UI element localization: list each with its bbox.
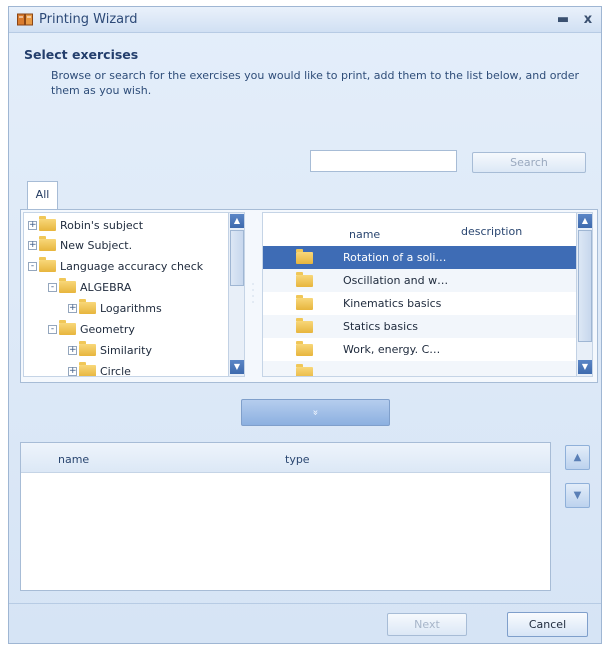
folder-icon — [39, 257, 56, 272]
chevron-up-icon: ▲ — [573, 452, 582, 463]
column-header-name[interactable]: name — [349, 228, 380, 241]
expand-icon[interactable]: + — [68, 366, 77, 376]
add-to-list-button[interactable]: » — [241, 399, 390, 426]
tree-scrollbar[interactable]: ▲ ▼ — [228, 213, 244, 376]
tree-item-label: ALGEBRA — [80, 280, 132, 294]
tree-item[interactable]: + Robin's subject — [28, 215, 143, 235]
section-description: Browse or search for the exercises you w… — [51, 69, 580, 97]
list-item[interactable]: Kinematics basics — [263, 292, 576, 315]
list-item[interactable]: Oscillation and w… — [263, 269, 576, 292]
minimize-button[interactable]: ▬ — [554, 11, 572, 29]
tree-item-label: New Subject. — [60, 238, 133, 252]
folder-icon — [296, 248, 313, 264]
tree-item-label: Similarity — [100, 343, 153, 357]
folder-icon — [296, 363, 313, 376]
tree-item[interactable]: + Logarithms — [68, 298, 162, 318]
folder-icon — [296, 271, 313, 287]
folder-icon — [59, 320, 76, 335]
section-heading: Select exercises — [24, 47, 139, 62]
double-chevron-down-icon: » — [310, 409, 321, 416]
tree-item-label: Logarithms — [100, 301, 162, 315]
collapse-icon[interactable]: - — [28, 261, 37, 271]
expand-icon[interactable]: + — [28, 220, 37, 230]
list-item[interactable]: Rotation of a soli… — [263, 246, 576, 269]
folder-icon — [39, 236, 56, 251]
folder-icon — [79, 341, 96, 356]
selected-list-header: name type — [21, 443, 550, 473]
list-item[interactable]: Statics basics — [263, 315, 576, 338]
scroll-thumb[interactable] — [230, 230, 244, 286]
search-input[interactable] — [310, 150, 457, 172]
chevron-down-icon: ▼ — [573, 490, 582, 501]
column-header-type[interactable]: type — [285, 453, 310, 466]
folder-icon — [79, 299, 96, 314]
list-item[interactable] — [263, 361, 576, 376]
move-down-button[interactable]: ▼ — [565, 483, 590, 508]
tree-item[interactable]: + Similarity — [68, 340, 152, 360]
panel-splitter[interactable]: · · · · — [250, 212, 256, 377]
collapse-icon[interactable]: - — [48, 324, 57, 334]
list-item-name: Rotation of a soli… — [343, 251, 447, 264]
list-item-name: Oscillation and w… — [343, 274, 449, 287]
tree-item[interactable]: - Language accuracy check — [28, 256, 203, 276]
folder-icon — [296, 340, 313, 356]
cancel-button[interactable]: Cancel — [507, 612, 588, 637]
expand-icon[interactable]: + — [28, 240, 37, 250]
selected-exercises-list: name type — [20, 442, 551, 591]
book-icon — [17, 13, 33, 26]
search-button[interactable]: Search — [472, 152, 586, 173]
list-item[interactable]: Work, energy. C… — [263, 338, 576, 361]
next-button[interactable]: Next — [387, 613, 467, 636]
scroll-down-icon[interactable]: ▼ — [578, 360, 592, 374]
folder-icon — [39, 216, 56, 231]
folder-icon — [296, 294, 313, 310]
list-item-name: Kinematics basics — [343, 297, 442, 310]
scroll-thumb[interactable] — [578, 230, 592, 342]
list-item-name: Work, energy. C… — [343, 343, 441, 356]
printing-wizard-window: Printing Wizard ▬ x Select exercises Bro… — [8, 6, 602, 644]
subject-tree: + Robin's subject + New Subject. - Langu… — [23, 212, 245, 377]
tree-item[interactable]: + Circle — [68, 361, 131, 377]
folder-icon — [79, 362, 96, 376]
list-item-name: Statics basics — [343, 320, 418, 333]
tab-all[interactable]: All — [27, 181, 58, 210]
window-title: Printing Wizard — [39, 12, 138, 27]
move-up-button[interactable]: ▲ — [565, 445, 590, 470]
list-scrollbar[interactable]: ▲ ▼ — [576, 213, 592, 376]
scroll-down-icon[interactable]: ▼ — [230, 360, 244, 374]
tree-item[interactable]: - Geometry — [48, 319, 135, 339]
tree-item-label: Robin's subject — [60, 218, 144, 232]
scroll-up-icon[interactable]: ▲ — [230, 214, 244, 228]
folder-icon — [59, 278, 76, 293]
close-button[interactable]: x — [579, 11, 597, 29]
collapse-icon[interactable]: - — [48, 282, 57, 292]
tree-item[interactable]: + New Subject. — [28, 235, 132, 255]
column-header-description[interactable]: description — [461, 225, 522, 238]
folder-icon — [296, 317, 313, 333]
tree-item[interactable]: - ALGEBRA — [48, 277, 131, 297]
expand-icon[interactable]: + — [68, 345, 77, 355]
title-bar: Printing Wizard ▬ x — [9, 7, 601, 33]
footer-divider — [9, 603, 601, 604]
tree-item-label: Circle — [100, 364, 131, 377]
expand-icon[interactable]: + — [68, 303, 77, 313]
column-header-name[interactable]: name — [58, 453, 89, 466]
tree-item-label: Language accuracy check — [60, 259, 204, 273]
tree-item-label: Geometry — [80, 322, 135, 336]
browse-panel: + Robin's subject + New Subject. - Langu… — [20, 209, 598, 383]
exercise-list: name description Rotation of a soli… Osc… — [262, 212, 593, 377]
scroll-up-icon[interactable]: ▲ — [578, 214, 592, 228]
